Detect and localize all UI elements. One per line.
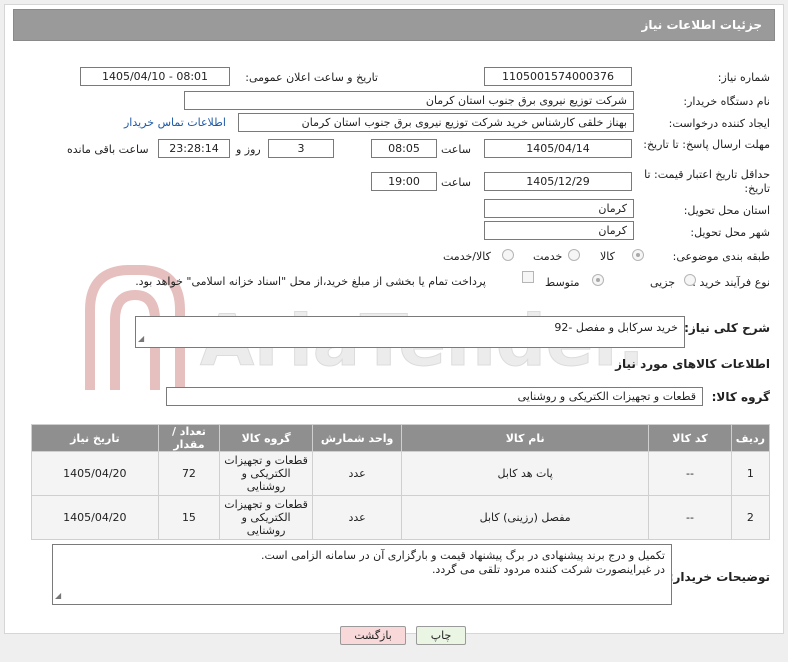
table-row: 1 -- پات هد کابل عدد قطعات و تجهیزات الک… bbox=[31, 451, 771, 496]
col-date: تاریخ نیاز bbox=[31, 424, 159, 452]
back-button[interactable]: بازگشت bbox=[340, 626, 406, 645]
buyer-contact-link[interactable]: اطلاعات تماس خریدار bbox=[124, 116, 226, 129]
resize-grip-icon[interactable]: ◢ bbox=[55, 589, 61, 603]
category-option-goods: کالا bbox=[600, 250, 615, 263]
min-validity-label: حداقل تاریخ اعتبار قیمت: تا تاریخ: bbox=[644, 168, 770, 195]
buyer-notes-line-2: در غیراینصورت شرکت کننده مردود تلقی می گ… bbox=[431, 563, 665, 576]
need-desc-text: خرید سرکابل و مفصل -92 bbox=[554, 321, 678, 334]
announce-datetime-field: 1405/04/10 - 08:01 bbox=[80, 67, 230, 86]
creator-field: بهناز خلقی کارشناس خرید شرکت توزیع نیروی… bbox=[238, 113, 634, 132]
category-option-goods-service: کالا/خدمت bbox=[443, 250, 491, 263]
purchase-radio-minor[interactable] bbox=[684, 274, 696, 286]
title-bar: جزئیات اطلاعات نیاز bbox=[13, 9, 775, 41]
goods-info-heading: اطلاعات کالاهای مورد نیاز bbox=[615, 357, 770, 371]
category-option-service: خدمت bbox=[533, 250, 563, 263]
cell-row: 2 bbox=[730, 495, 771, 540]
province-label: استان محل تحویل: bbox=[683, 204, 770, 217]
buyer-org-label: نام دستگاه خریدار: bbox=[683, 95, 770, 108]
purchase-type-label: نوع فرآیند خرید : bbox=[692, 276, 770, 289]
resize-grip-icon[interactable]: ◢ bbox=[138, 332, 144, 346]
page-title: جزئیات اطلاعات نیاز bbox=[641, 18, 762, 32]
treasury-payment-checkbox[interactable] bbox=[522, 271, 534, 283]
cell-code: -- bbox=[648, 451, 732, 496]
col-code: کد کالا bbox=[648, 424, 732, 452]
col-row: ردیف bbox=[730, 424, 771, 452]
cell-unit: عدد bbox=[312, 451, 403, 496]
cell-qty: 15 bbox=[157, 495, 221, 540]
reply-time-label: ساعت bbox=[441, 143, 471, 156]
need-number-field: 1105001574000376 bbox=[484, 67, 632, 86]
col-qty: تعداد / مقدار bbox=[157, 424, 221, 452]
goods-table-header-row: ردیف کد کالا نام کالا واحد شمارش گروه کا… bbox=[31, 424, 771, 452]
validity-time-field: 19:00 bbox=[371, 172, 437, 191]
category-radio-goods[interactable] bbox=[632, 249, 644, 261]
table-row: 2 -- مفصل (رزینی) کابل عدد قطعات و تجهیز… bbox=[31, 495, 771, 540]
cell-group: قطعات و تجهیزات الکتریکی و روشنایی bbox=[219, 495, 314, 540]
goods-group-label: گروه کالا: bbox=[711, 390, 770, 404]
category-radio-service[interactable] bbox=[568, 249, 580, 261]
goods-table: ردیف کد کالا نام کالا واحد شمارش گروه کا… bbox=[31, 424, 771, 540]
cell-date: 1405/04/20 bbox=[31, 495, 159, 540]
day-and-label: روز و bbox=[236, 143, 261, 156]
remaining-label: ساعت باقی مانده bbox=[67, 143, 149, 156]
cell-date: 1405/04/20 bbox=[31, 451, 159, 496]
reply-deadline-label: مهلت ارسال پاسخ: تا تاریخ: bbox=[643, 138, 770, 151]
cell-qty: 72 bbox=[157, 451, 221, 496]
purchase-option-medium: متوسط bbox=[545, 276, 580, 289]
need-desc-label: شرح کلی نیاز: bbox=[684, 321, 770, 335]
validity-date-field: 1405/12/29 bbox=[484, 172, 632, 191]
treasury-payment-note: پرداخت تمام یا بخشی از مبلغ خرید،از محل … bbox=[135, 275, 486, 288]
reply-time-field: 08:05 bbox=[371, 139, 437, 158]
cell-row: 1 bbox=[730, 451, 771, 496]
buyer-org-field: شرکت توزیع نیروی برق جنوب استان کرمان bbox=[184, 91, 634, 110]
province-field: کرمان bbox=[484, 199, 634, 218]
purchase-radio-medium[interactable] bbox=[592, 274, 604, 286]
category-label: طبقه بندی موضوعی: bbox=[672, 250, 770, 263]
buyer-notes-textarea[interactable]: تکمیل و درج برند پیشنهادی در برگ پیشنهاد… bbox=[52, 544, 672, 605]
col-group: گروه کالا bbox=[219, 424, 314, 452]
cell-code: -- bbox=[648, 495, 732, 540]
city-field: کرمان bbox=[484, 221, 634, 240]
need-number-label: شماره نیاز: bbox=[717, 71, 770, 84]
days-field: 3 bbox=[268, 139, 334, 158]
buyer-notes-line-1: تکمیل و درج برند پیشنهادی در برگ پیشنهاد… bbox=[261, 549, 665, 562]
cell-name: مفصل (رزینی) کابل bbox=[401, 495, 650, 540]
creator-label: ایجاد کننده درخواست: bbox=[668, 117, 770, 130]
print-button[interactable]: چاپ bbox=[416, 626, 466, 645]
city-label: شهر محل تحویل: bbox=[690, 226, 770, 239]
purchase-option-minor: جزیی bbox=[650, 276, 676, 289]
col-unit: واحد شمارش bbox=[312, 424, 403, 452]
category-radio-goods-service[interactable] bbox=[502, 249, 514, 261]
buyer-notes-label: توضیحات خریدار: bbox=[668, 570, 770, 584]
cell-name: پات هد کابل bbox=[401, 451, 650, 496]
need-desc-textarea[interactable]: خرید سرکابل و مفصل -92 ◢ bbox=[135, 316, 685, 348]
announce-datetime-label: تاریخ و ساعت اعلان عمومی: bbox=[245, 71, 378, 84]
cell-unit: عدد bbox=[312, 495, 403, 540]
validity-time-label: ساعت bbox=[441, 176, 471, 189]
goods-group-field: قطعات و تجهیزات الکتریکی و روشنایی bbox=[166, 387, 703, 406]
reply-date-field: 1405/04/14 bbox=[484, 139, 632, 158]
cell-group: قطعات و تجهیزات الکتریکی و روشنایی bbox=[219, 451, 314, 496]
remaining-time-field: 23:28:14 bbox=[158, 139, 230, 158]
col-name: نام کالا bbox=[401, 424, 650, 452]
